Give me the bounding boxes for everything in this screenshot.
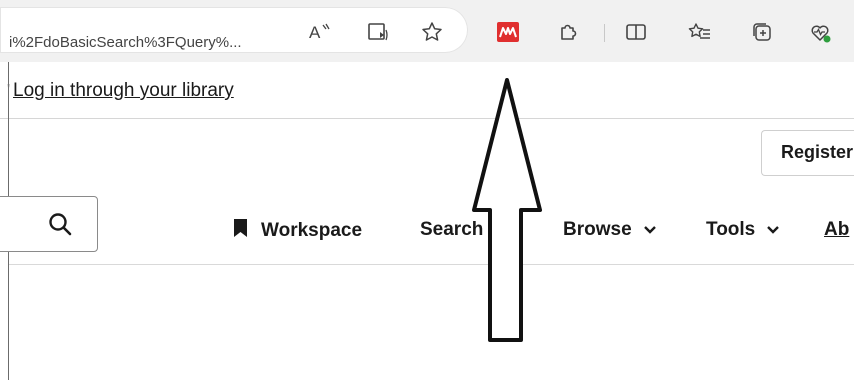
nav-browse-label: Browse xyxy=(563,219,632,240)
favorite-star-icon[interactable] xyxy=(420,20,444,44)
browser-essentials-icon[interactable] xyxy=(808,20,832,44)
collections-icon[interactable] xyxy=(750,20,774,44)
nav-workspace[interactable]: Workspace xyxy=(234,219,362,243)
bookmark-icon xyxy=(234,219,247,243)
search-input[interactable] xyxy=(0,196,98,252)
read-aloud-icon[interactable]: A xyxy=(308,20,332,44)
nav-tools-label: Tools xyxy=(706,219,756,240)
split-screen-icon[interactable] xyxy=(624,20,648,44)
chevron-down-icon xyxy=(766,219,780,241)
nav-search[interactable]: Search xyxy=(420,219,508,241)
extensions-puzzle-icon[interactable] xyxy=(556,20,580,44)
immersive-reader-icon[interactable] xyxy=(366,20,390,44)
nav-browse[interactable]: Browse xyxy=(563,219,657,241)
chevron-down-icon xyxy=(643,219,657,241)
address-bar[interactable]: i%2FdoBasicSearch%3FQuery%... xyxy=(0,7,468,53)
nav-workspace-label: Workspace xyxy=(261,220,363,241)
login-strip: ' Log in through your library xyxy=(0,62,854,119)
chevron-down-icon xyxy=(494,219,508,241)
register-button[interactable]: Register xyxy=(761,130,854,176)
mendeley-extension-icon[interactable] xyxy=(496,20,520,44)
toolbar-divider xyxy=(604,24,605,42)
address-bar-url[interactable]: i%2FdoBasicSearch%3FQuery%... xyxy=(9,34,242,51)
nav-tools[interactable]: Tools xyxy=(706,219,780,241)
nav-search-label: Search xyxy=(420,219,484,240)
search-icon[interactable] xyxy=(47,211,73,242)
nav-about[interactable]: Ab xyxy=(824,219,849,241)
browser-toolbar: i%2FdoBasicSearch%3FQuery%... A xyxy=(0,0,854,62)
svg-text:A: A xyxy=(309,23,321,42)
nav-divider xyxy=(9,264,854,265)
login-through-library-link[interactable]: Log in through your library xyxy=(13,80,234,102)
favorites-list-icon[interactable] xyxy=(688,20,712,44)
